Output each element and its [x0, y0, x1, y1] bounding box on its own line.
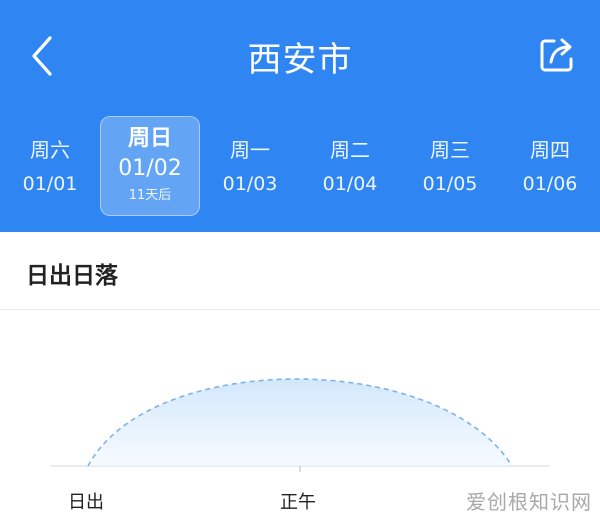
day-selector: 周六 01/01 周日 01/02 11天后 周一 01/03 周二 01/04…: [0, 116, 600, 216]
day-date-label: 01/02: [118, 156, 182, 181]
day-tab-thu[interactable]: 周四 01/06: [500, 116, 600, 216]
day-date-label: 01/05: [422, 173, 478, 195]
share-button[interactable]: [534, 32, 580, 78]
page-title: 西安市: [247, 40, 353, 80]
day-week-label: 周六: [30, 138, 70, 162]
day-week-label: 周二: [330, 138, 370, 162]
day-week-label: 周四: [530, 138, 570, 162]
noon-label: 正午: [280, 492, 316, 513]
day-date-label: 01/01: [22, 173, 78, 195]
watermark-text: 爱创根知识网: [466, 490, 592, 514]
day-tab-mon[interactable]: 周一 01/03: [200, 116, 300, 216]
day-tab-sat[interactable]: 周六 01/01: [0, 116, 100, 216]
day-week-label: 周日: [127, 126, 172, 151]
day-countdown-note: 11天后: [128, 188, 172, 203]
day-week-label: 周三: [430, 138, 470, 162]
day-tab-sun-selected[interactable]: 周日 01/02 11天后: [100, 116, 200, 216]
day-tab-wed[interactable]: 周三 01/05: [400, 116, 500, 216]
share-icon: [540, 38, 573, 72]
day-tab-tue[interactable]: 周二 01/04: [300, 116, 400, 216]
day-date-label: 01/04: [322, 173, 378, 195]
header-bar: 西安市 周六 01/01 周日 01/02 11天后 周一 01/03 周二 0…: [0, 0, 600, 232]
day-date-label: 01/06: [522, 173, 578, 195]
sunrise-sunset-title: 日出日落: [26, 263, 118, 289]
day-week-label: 周一: [230, 138, 270, 162]
daylight-area: [88, 379, 512, 466]
day-date-label: 01/03: [222, 173, 278, 195]
sunrise-label: 日出: [68, 492, 104, 513]
